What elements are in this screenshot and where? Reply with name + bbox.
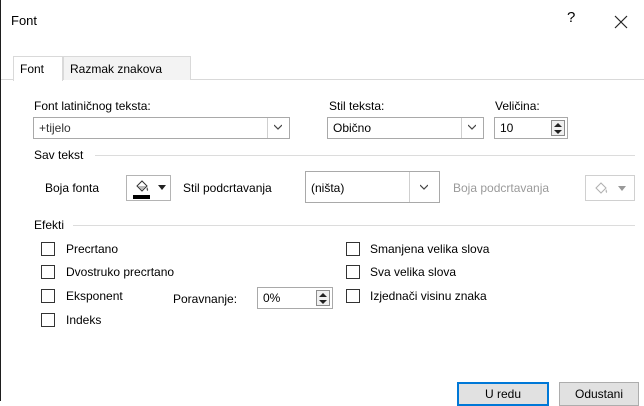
all-text-separator	[95, 155, 635, 156]
offset-label: Poravnanje:	[173, 292, 238, 306]
font-color-label: Boja fonta	[45, 181, 100, 195]
font-color-button[interactable]	[126, 175, 171, 201]
all-text-section-label: Sav tekst	[34, 148, 84, 162]
latin-font-value: +tijelo	[39, 121, 71, 135]
help-button[interactable]: ?	[567, 9, 575, 26]
style-combo[interactable]: Obično	[327, 117, 484, 139]
subscript-label: Indeks	[66, 313, 102, 327]
double-strikethrough-checkbox[interactable]	[41, 265, 55, 279]
spin-down-icon	[554, 130, 562, 134]
small-caps-checkbox[interactable]	[346, 242, 360, 256]
style-value: Obično	[333, 121, 372, 135]
underline-style-value: (ništa)	[311, 181, 345, 195]
underline-color-label: Boja podcrtavanja	[453, 181, 550, 195]
offset-spinner[interactable]: 0%	[257, 287, 333, 309]
paint-bucket-icon	[595, 182, 608, 194]
all-caps-label: Sva velika slova	[370, 265, 457, 279]
chevron-down-icon	[274, 124, 282, 130]
equalize-height-checkbox[interactable]	[346, 289, 360, 303]
strikethrough-label: Precrtano	[66, 242, 119, 256]
cancel-button[interactable]: Odustani	[559, 382, 639, 406]
underline-style-combo[interactable]: (ništa)	[305, 171, 440, 203]
subscript-checkbox[interactable]	[41, 313, 55, 327]
ok-button[interactable]: U redu	[457, 382, 549, 406]
underline-color-button[interactable]	[585, 175, 635, 201]
close-icon	[614, 15, 628, 29]
chevron-down-icon	[420, 184, 428, 190]
tab-font-label: Font	[20, 62, 45, 76]
offset-value: 0%	[263, 291, 281, 305]
double-strikethrough-label: Dvostruko precrtano	[66, 265, 175, 279]
tab-character-spacing[interactable]: Razmak znakova	[63, 56, 191, 80]
chevron-down-icon	[468, 124, 476, 130]
size-spin-buttons[interactable]	[551, 120, 565, 136]
tab-character-spacing-label: Razmak znakova	[70, 62, 163, 76]
dropdown-arrow-icon	[618, 186, 626, 191]
effects-section-label: Efekti	[34, 218, 65, 232]
tab-bar: Font Razmak znakova	[1, 56, 644, 81]
font-dialog: Font ? Font Razmak znakova Font latiničn…	[0, 0, 644, 406]
tab-font[interactable]: Font	[13, 56, 63, 81]
size-spinner[interactable]: 10	[494, 117, 568, 139]
underline-style-label: Stil podcrtavanja	[183, 181, 272, 195]
font-color-swatch	[133, 195, 150, 199]
strikethrough-checkbox[interactable]	[41, 242, 55, 256]
underline-style-dropdown-button[interactable]	[409, 172, 439, 202]
offset-spin-buttons[interactable]	[316, 290, 330, 306]
effects-separator	[73, 225, 635, 226]
spin-down-icon	[319, 300, 327, 304]
latin-font-dropdown-button[interactable]	[267, 118, 289, 138]
small-caps-label: Smanjena velika slova	[370, 242, 490, 256]
style-label: Stil teksta:	[329, 99, 385, 113]
latin-font-label: Font latiničnog teksta:	[34, 99, 151, 113]
title-bar: Font ?	[1, 0, 644, 44]
size-label: Veličina:	[495, 99, 540, 113]
dialog-title: Font	[11, 13, 38, 28]
equalize-height-label: Izjednači visinu znaka	[370, 289, 487, 303]
spin-up-icon	[319, 293, 327, 297]
size-value: 10	[500, 121, 514, 135]
superscript-label: Eksponent	[66, 289, 123, 303]
paint-bucket-icon	[136, 180, 149, 192]
style-dropdown-button[interactable]	[461, 118, 483, 138]
dropdown-arrow-icon	[158, 185, 166, 190]
latin-font-combo[interactable]: +tijelo	[33, 117, 290, 139]
superscript-checkbox[interactable]	[41, 289, 55, 303]
all-caps-checkbox[interactable]	[346, 265, 360, 279]
spin-up-icon	[554, 123, 562, 127]
